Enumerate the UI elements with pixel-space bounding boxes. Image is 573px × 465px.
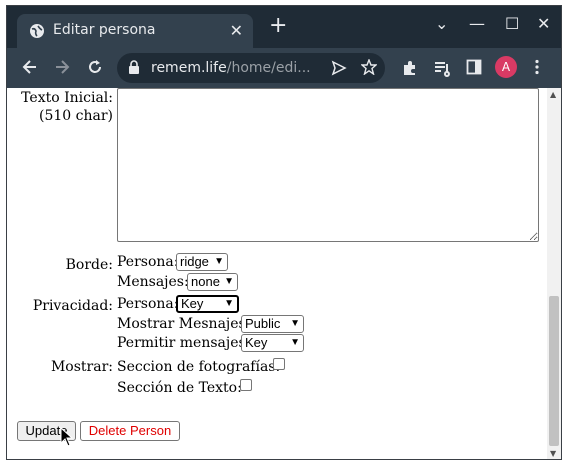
borde-mensajes-value: none (191, 274, 220, 289)
priv-persona-label: Persona: (117, 296, 179, 312)
tab-search-icon[interactable]: ⌄ (435, 14, 448, 33)
chevron-down-icon: ▼ (290, 337, 300, 348)
maximize-icon[interactable]: ☐ (505, 14, 519, 33)
tab-title: Editar persona (53, 22, 156, 38)
mostrar-texto-checkbox[interactable] (240, 379, 252, 391)
texto-inicial-textarea[interactable] (117, 88, 539, 242)
kebab-menu-icon[interactable] (534, 59, 540, 75)
priv-mostrar-value: Public (245, 316, 281, 331)
delete-person-button[interactable]: Delete Person (80, 421, 180, 441)
mostrar-fotos-label: Seccion de fotografías: (117, 359, 281, 375)
mostrar-texto-label: Sección de Texto: (117, 380, 242, 396)
tab-strip: Editar persona ✕ + ⌄ — ☐ ✕ (7, 6, 561, 48)
lock-icon[interactable] (127, 59, 141, 75)
minimize-icon[interactable]: — (469, 14, 485, 33)
chevron-down-icon: ▼ (224, 298, 234, 309)
scroll-down-arrow-icon[interactable]: ▼ (550, 449, 556, 458)
texto-inicial-label: Texto Inicial: (21, 90, 113, 106)
url-host: remem.life (151, 60, 227, 76)
reload-icon[interactable] (86, 58, 104, 76)
chevron-down-icon: ▼ (290, 318, 300, 329)
new-tab-button[interactable]: + (269, 15, 287, 37)
priv-mostrar-select[interactable]: Public ▼ (241, 315, 304, 333)
extensions-puzzle-icon[interactable] (401, 59, 419, 77)
window-close-icon[interactable]: ✕ (537, 14, 550, 33)
borde-persona-value: ridge (180, 254, 209, 269)
bookmark-star-icon[interactable] (361, 59, 377, 75)
tab-close-icon[interactable]: ✕ (230, 21, 243, 40)
priv-persona-select[interactable]: Key ▼ (176, 295, 239, 313)
scrollbar-thumb[interactable] (549, 296, 559, 446)
priv-persona-value: Key (181, 296, 204, 311)
url-text[interactable]: remem.life/home/edi... (151, 60, 311, 76)
mouse-pointer-icon (60, 427, 74, 447)
borde-mensajes-select[interactable]: none ▼ (187, 273, 238, 291)
borde-persona-label: Persona: (117, 254, 179, 270)
scroll-up-arrow-icon[interactable]: ▲ (550, 90, 556, 99)
side-panel-icon[interactable] (466, 59, 482, 75)
globe-icon (30, 24, 44, 38)
url-path: /home/edi... (226, 60, 311, 76)
mostrar-label: Mostrar: (50, 359, 113, 375)
priv-permitir-label: Permitir mensajes: (117, 335, 251, 351)
profile-avatar[interactable]: A (495, 56, 517, 78)
borde-label: Borde: (65, 257, 113, 273)
priv-permitir-value: Key (245, 335, 268, 350)
mostrar-fotos-checkbox[interactable] (273, 358, 285, 370)
borde-persona-select[interactable]: ridge ▼ (176, 253, 228, 271)
chevron-down-icon: ▼ (214, 256, 224, 267)
page-content: Texto Inicial: (510 char) Borde: Persona… (7, 88, 547, 459)
priv-permitir-select[interactable]: Key ▼ (241, 334, 304, 352)
chevron-down-icon: ▼ (224, 276, 234, 287)
tab-editar-persona[interactable]: Editar persona ✕ (17, 14, 253, 48)
privacidad-label: Privacidad: (32, 298, 113, 314)
borde-mensajes-label: Mensajes: (117, 274, 189, 290)
vertical-scrollbar[interactable]: ▲ ▼ (547, 88, 561, 459)
browser-window: Editar persona ✕ + ⌄ — ☐ ✕ remem.life/ho… (6, 5, 562, 460)
address-bar[interactable]: remem.life/home/edi... (117, 53, 385, 83)
priv-mostrar-label: Mostrar Mesnajes: (117, 316, 251, 332)
send-icon[interactable] (331, 60, 347, 76)
media-queue-icon[interactable] (433, 59, 451, 77)
forward-arrow-icon[interactable] (53, 58, 71, 76)
browser-toolbar: remem.life/home/edi... A (7, 48, 561, 88)
texto-inicial-hint: (510 char) (39, 108, 113, 124)
back-arrow-icon[interactable] (21, 58, 39, 76)
